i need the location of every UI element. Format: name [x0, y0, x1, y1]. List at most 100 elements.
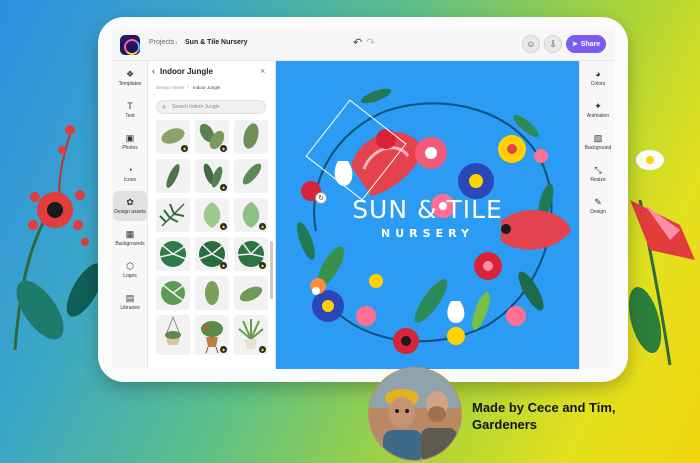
credit-line-1: Made by Cece and Tim, [472, 400, 616, 415]
project-title[interactable]: Sun & Tile Nursery [185, 39, 248, 46]
photos-icon: ▣ [125, 133, 135, 143]
asset-thumbnail[interactable]: ◆ [234, 315, 268, 355]
collaborate-icon[interactable]: ☺ [522, 35, 540, 53]
redo-icon[interactable]: ↷ [366, 36, 375, 49]
rail-label: Logos [123, 273, 137, 279]
rail-label: Photos [122, 145, 138, 151]
asset-thumbnail[interactable] [195, 276, 229, 310]
rail-item-backgrounds[interactable]: ▦ Backgrounds [113, 223, 147, 253]
design-icon: ✎ [594, 197, 602, 207]
left-tool-rail: ❖ Templates T Text ▣ Photos ◔ Icons ✿ De… [112, 61, 148, 369]
asset-thumbnail[interactable]: ◆ [156, 120, 190, 154]
asset-thumbnail[interactable]: ◆ [195, 120, 229, 154]
asset-thumbnail[interactable] [234, 159, 268, 193]
background-icon: ▧ [593, 133, 603, 143]
canvas-subtitle-text[interactable]: NURSERY [276, 227, 579, 240]
premium-badge-icon: ◆ [220, 223, 227, 230]
premium-badge-icon: ◆ [220, 184, 227, 191]
rail-label: Colors [590, 81, 606, 87]
panel-scrollbar[interactable] [270, 241, 273, 299]
rail-item-libraries[interactable]: ▤ Libraries [113, 287, 147, 317]
palm-leaf-icon [159, 203, 185, 227]
premium-badge-icon: ◆ [220, 346, 227, 353]
close-icon[interactable]: × [260, 66, 265, 76]
rail-label: Animation [586, 113, 610, 119]
leaf-icon [239, 286, 263, 302]
rail-item-icons[interactable]: ◔ Icons [113, 159, 147, 189]
back-chevron-icon[interactable]: ‹ [152, 66, 155, 76]
rail-item-text[interactable]: T Text [113, 95, 147, 125]
design-canvas[interactable]: ↻ SUN & TILE NURSERY [276, 61, 579, 369]
asset-thumbnail[interactable] [156, 237, 190, 271]
rail-label: Design assets [114, 209, 146, 215]
rail-item-templates[interactable]: ❖ Templates [113, 63, 147, 93]
rail-label: Design [590, 209, 606, 215]
asset-thumbnail[interactable] [156, 276, 190, 310]
rail-item-photos[interactable]: ▣ Photos [113, 127, 147, 157]
creators-photo [368, 367, 462, 461]
search-icon: ⌕ [162, 102, 167, 111]
rail-label: Backgrounds [115, 241, 145, 247]
rail-label: Background [584, 145, 612, 151]
send-icon: ➤ [571, 41, 578, 48]
asset-thumbnail[interactable]: ◆ [195, 237, 229, 271]
leaf-icon [243, 123, 259, 149]
animation-icon: ✦ [594, 101, 602, 111]
asset-thumbnail[interactable]: ◆ [234, 198, 268, 232]
breadcrumb-projects[interactable]: Projects [149, 39, 174, 46]
templates-icon: ❖ [125, 69, 135, 79]
undo-icon[interactable]: ↶ [353, 36, 362, 49]
premium-badge-icon: ◆ [259, 262, 266, 269]
libraries-icon: ▤ [125, 293, 135, 303]
tablet-frame: Projects › Sun & Tile Nursery ↶ ↷ ☺ ⇩ ➤ … [98, 17, 628, 382]
asset-thumbnail[interactable] [156, 159, 190, 193]
rail-item-resize[interactable]: ⤡ Resize [581, 159, 614, 189]
rail-item-logos[interactable]: ⬡ Logos [113, 255, 147, 285]
panel-breadcrumb-parent[interactable]: Design Assets [156, 85, 185, 90]
rail-item-colors[interactable]: ◕ Colors [581, 63, 614, 93]
icons-icon: ◔ [127, 165, 133, 175]
asset-thumbnail[interactable]: ◆ [195, 198, 229, 232]
rail-label: Icons [124, 177, 136, 183]
asset-thumbnail[interactable]: ◆ [195, 315, 229, 355]
colors-icon: ◕ [595, 69, 601, 79]
text-icon: T [127, 101, 133, 111]
monstera-leaf-icon [159, 241, 187, 267]
monstera-leaf-icon [161, 281, 185, 305]
premium-badge-icon: ◆ [181, 145, 188, 152]
premium-badge-icon: ◆ [259, 223, 266, 230]
creators-portrait [369, 368, 461, 460]
asset-thumbnail[interactable] [156, 198, 190, 232]
rail-item-animation[interactable]: ✦ Animation [581, 95, 614, 125]
canvas-title-text[interactable]: SUN & TILE [276, 195, 579, 224]
search-input[interactable] [172, 102, 262, 112]
rail-label: Libraries [120, 305, 140, 311]
share-button[interactable]: ➤ Share [566, 35, 606, 53]
leaf-icon [205, 281, 219, 305]
premium-badge-icon: ◆ [220, 145, 227, 152]
logos-icon: ⬡ [126, 261, 134, 271]
right-tool-rail: ◕ Colors ✦ Animation ▧ Background ⤡ Resi… [579, 61, 614, 369]
search-box[interactable]: ⌕ [156, 100, 266, 114]
breadcrumb-separator-icon: › [187, 84, 189, 90]
rail-item-design[interactable]: ✎ Design [581, 191, 614, 221]
panel-breadcrumb-current: Indoor Jungle [193, 85, 221, 90]
asset-thumbnail[interactable] [156, 315, 190, 355]
leaf-icon [166, 164, 180, 188]
app-logo-icon[interactable] [120, 35, 140, 55]
download-icon[interactable]: ⇩ [544, 35, 562, 53]
backgrounds-icon: ▦ [125, 229, 135, 239]
hanging-plant-icon [165, 316, 181, 345]
leaf-icon [242, 163, 262, 185]
breadcrumb-separator-icon: › [175, 38, 178, 47]
asset-thumbnail[interactable] [234, 276, 268, 310]
panel-title: Indoor Jungle [160, 67, 213, 76]
background-flowers-left [13, 125, 104, 351]
share-label: Share [580, 40, 601, 48]
asset-thumbnail[interactable]: ◆ [195, 159, 229, 193]
rail-label: Text [125, 113, 135, 119]
rail-item-background[interactable]: ▧ Background [581, 127, 614, 157]
asset-thumbnail[interactable]: ◆ [234, 237, 268, 271]
rail-item-design-assets[interactable]: ✿ Design assets [113, 191, 147, 221]
asset-thumbnail[interactable] [234, 120, 268, 154]
